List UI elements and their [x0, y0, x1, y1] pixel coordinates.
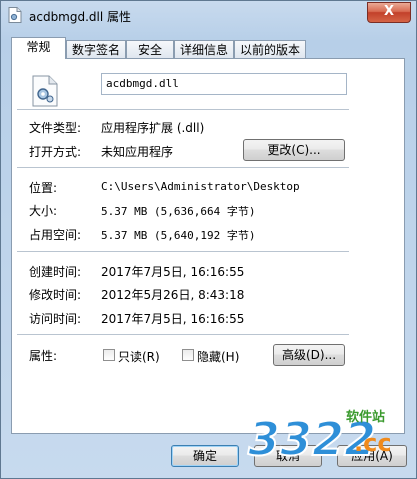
location-value: C:\Users\Administrator\Desktop [101, 180, 300, 193]
watermark-label: 软件站 [346, 409, 385, 425]
file-icon [8, 7, 22, 23]
advanced-button[interactable]: 高级(D)... [273, 344, 345, 366]
divider [17, 251, 349, 252]
tab-previous-versions[interactable]: 以前的版本 [234, 40, 306, 58]
divider [17, 109, 349, 110]
created-value: 2017年7月5日, 16:16:55 [101, 265, 245, 279]
divider [17, 167, 349, 168]
close-button[interactable]: X [367, 2, 411, 23]
watermark-domain: .cc [354, 429, 392, 457]
tab-security[interactable]: 安全 [126, 40, 174, 58]
modified-value: 2012年5月26日, 8:43:18 [101, 288, 245, 302]
attributes-label: 属性: [29, 349, 58, 363]
readonly-checkbox[interactable] [103, 349, 115, 361]
tab-digital-signatures[interactable]: 数字签名 [66, 40, 126, 58]
readonly-label[interactable]: 只读(R) [118, 348, 160, 365]
watermark-logo: 3322 .cc 软件站 [247, 409, 392, 467]
file-type-label: 文件类型: [29, 121, 82, 135]
general-panel [11, 58, 405, 434]
accessed-value: 2017年7月5日, 16:16:55 [101, 312, 245, 326]
tab-strip: 常规 数字签名 安全 详细信息 以前的版本 [11, 37, 406, 59]
tab-details[interactable]: 详细信息 [174, 40, 234, 58]
ok-button[interactable]: 确定 [171, 445, 239, 467]
file-type-value: 应用程序扩展 (.dll) [101, 121, 205, 135]
file-name-input[interactable]: acdbmgd.dll [101, 73, 347, 95]
hidden-label[interactable]: 隐藏(H) [197, 348, 239, 365]
properties-window: acdbmgd.dll 属性 X 常规 数字签名 安全 详细信息 以前的版本 a… [0, 0, 417, 479]
modified-label: 修改时间: [29, 288, 82, 302]
dll-file-icon [32, 75, 58, 107]
hidden-checkbox[interactable] [182, 349, 194, 361]
disk-size-value: 5.37 MB (5,640,192 字节) [101, 229, 256, 242]
created-label: 创建时间: [29, 265, 82, 279]
window-title: acdbmgd.dll 属性 [29, 10, 132, 24]
size-label: 大小: [29, 204, 58, 218]
change-button[interactable]: 更改(C)... [243, 139, 345, 161]
tab-general[interactable]: 常规 [11, 37, 66, 59]
location-label: 位置: [29, 181, 58, 195]
divider [17, 334, 349, 335]
accessed-label: 访问时间: [29, 312, 82, 326]
disk-size-label: 占用空间: [29, 228, 82, 242]
advanced-button-label: 高级(D)... [281, 348, 337, 362]
size-value: 5.37 MB (5,636,664 字节) [101, 205, 256, 218]
change-button-label: 更改(C)... [267, 143, 321, 157]
open-with-label: 打开方式: [29, 145, 82, 159]
ok-button-label: 确定 [192, 449, 217, 463]
title-bar[interactable]: acdbmgd.dll 属性 X [1, 1, 416, 29]
open-with-value: 未知应用程序 [101, 145, 174, 159]
